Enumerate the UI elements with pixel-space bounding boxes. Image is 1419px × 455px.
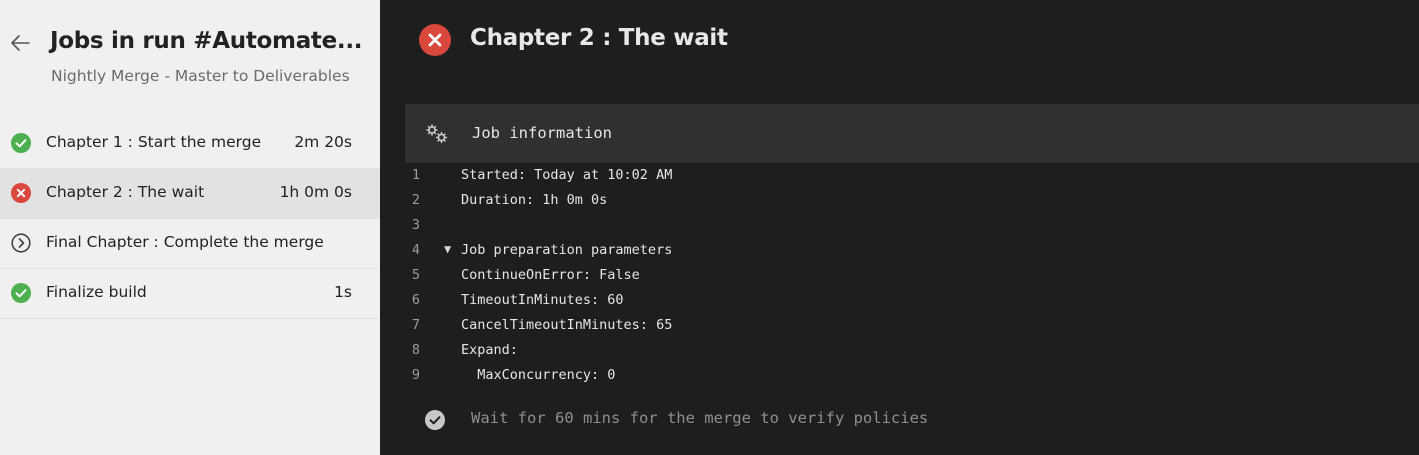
line-number: 9 <box>411 367 421 383</box>
log-text: TimeoutInMinutes: 60 <box>461 292 624 308</box>
job-item-finalize-build[interactable]: Finalize build 1s <box>0 269 380 319</box>
job-item-chapter-1[interactable]: Chapter 1 : Start the merge 2m 20s <box>0 119 380 169</box>
x-circle-icon <box>11 183 31 203</box>
log-text: CancelTimeoutInMinutes: 65 <box>461 317 673 333</box>
line-number: 5 <box>411 267 421 283</box>
log-line: 8 Expand: <box>405 339 1419 364</box>
job-detail-panel: Chapter 2 : The wait Job information 1 S… <box>380 0 1419 455</box>
line-number: 2 <box>411 192 421 208</box>
job-detail-title: Chapter 2 : The wait <box>470 25 728 51</box>
log-text: Expand: <box>461 342 518 358</box>
x-circle-icon <box>419 24 451 56</box>
job-item-final-chapter[interactable]: Final Chapter : Complete the merge <box>0 219 380 269</box>
job-information-label: Job information <box>472 124 612 142</box>
log-text: Started: Today at 10:02 AM <box>461 167 673 183</box>
log-line: 7 CancelTimeoutInMinutes: 65 <box>405 314 1419 339</box>
job-duration: 2m 20s <box>294 133 352 151</box>
page-title: Jobs in run #Automate... <box>50 28 363 54</box>
line-number: 7 <box>411 317 421 333</box>
log-line: 2 Duration: 1h 0m 0s <box>405 189 1419 214</box>
job-list: Chapter 1 : Start the merge 2m 20s Chapt… <box>0 119 380 319</box>
job-name: Chapter 2 : The wait <box>46 183 205 201</box>
check-circle-icon <box>11 283 31 303</box>
job-name: Final Chapter : Complete the merge <box>46 233 324 251</box>
step-label: Wait for 60 mins for the merge to verify… <box>471 409 929 427</box>
job-item-chapter-2[interactable]: Chapter 2 : The wait 1h 0m 0s <box>0 169 380 219</box>
line-number: 8 <box>411 342 421 358</box>
gear-icon <box>426 124 447 143</box>
arrow-left-icon <box>11 35 30 51</box>
log-text: Job preparation parameters <box>461 242 673 258</box>
log-line: 9 MaxConcurrency: 0 <box>405 364 1419 389</box>
job-duration: 1h 0m 0s <box>279 183 352 201</box>
log-line: 6 TimeoutInMinutes: 60 <box>405 289 1419 314</box>
log-view: 1 Started: Today at 10:02 AM 2 Duration:… <box>405 164 1419 389</box>
job-name: Chapter 1 : Start the merge <box>46 133 262 151</box>
job-information-section[interactable]: Job information <box>405 104 1419 163</box>
check-circle-icon <box>11 133 31 153</box>
back-button[interactable] <box>7 30 33 56</box>
step-item[interactable]: Wait for 60 mins for the merge to verify… <box>405 405 1419 435</box>
page-subtitle: Nightly Merge - Master to Deliverables <box>51 67 350 85</box>
log-line: 4 ▼ Job preparation parameters <box>405 239 1419 264</box>
chevron-circle-icon <box>11 233 31 253</box>
check-circle-icon <box>425 410 445 430</box>
job-name: Finalize build <box>46 283 147 301</box>
line-number: 6 <box>411 292 421 308</box>
line-number: 1 <box>411 167 421 183</box>
log-line: 5 ContinueOnError: False <box>405 264 1419 289</box>
log-line: 1 Started: Today at 10:02 AM <box>405 164 1419 189</box>
jobs-panel: Jobs in run #Automate... Nightly Merge -… <box>0 0 380 455</box>
line-number: 3 <box>411 217 421 233</box>
log-text: ContinueOnError: False <box>461 267 640 283</box>
job-duration: 1s <box>334 283 352 301</box>
log-text: MaxConcurrency: 0 <box>461 367 616 383</box>
log-text: Duration: 1h 0m 0s <box>461 192 608 208</box>
log-line: 3 <box>405 214 1419 239</box>
collapse-triangle-icon[interactable]: ▼ <box>444 242 451 256</box>
line-number: 4 <box>411 242 421 258</box>
